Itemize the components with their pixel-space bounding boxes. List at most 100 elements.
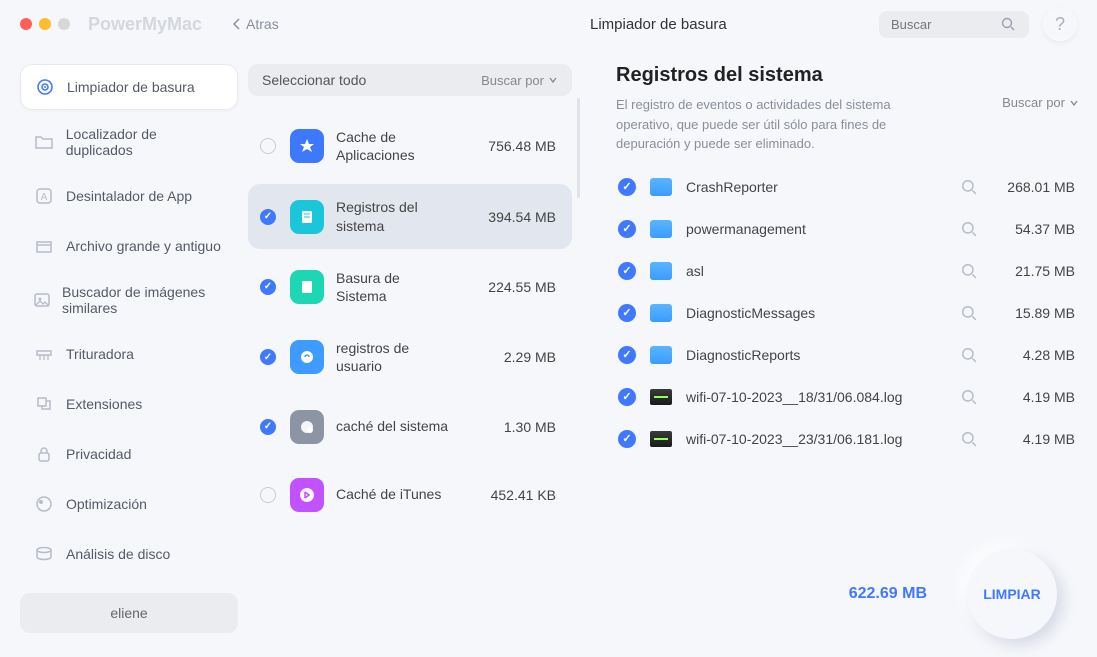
file-row[interactable]: DiagnosticReports4.28 MB <box>616 334 1079 376</box>
sidebar-item-5[interactable]: Trituradora <box>20 332 238 376</box>
sidebar-item-7[interactable]: Privacidad <box>20 432 238 476</box>
back-label: Atras <box>246 16 279 32</box>
rocket-icon <box>32 492 56 516</box>
file-checkbox[interactable] <box>618 430 636 448</box>
minimize-icon[interactable] <box>39 18 51 30</box>
file-size: 15.89 MB <box>995 305 1075 321</box>
category-icon <box>290 340 324 374</box>
user-pill[interactable]: eliene <box>20 593 238 633</box>
sidebar-item-label: Extensiones <box>66 396 142 412</box>
log-file-icon <box>650 431 672 447</box>
category-icon <box>290 478 324 512</box>
category-size: 1.30 MB <box>504 419 556 435</box>
search-by-label: Buscar por <box>481 73 544 88</box>
log-file-icon <box>650 389 672 405</box>
detail-search-by-label: Buscar por <box>1002 95 1065 110</box>
category-checkbox[interactable] <box>260 349 276 365</box>
category-name: Cache de Aplicaciones <box>336 128 452 164</box>
file-checkbox[interactable] <box>618 262 636 280</box>
select-all-button[interactable]: Seleccionar todo <box>262 72 366 88</box>
search-box[interactable] <box>879 11 1029 38</box>
file-name: DiagnosticReports <box>686 347 961 363</box>
scrollbar[interactable] <box>577 98 580 198</box>
sidebar-item-label: Archivo grande y antiguo <box>66 238 221 254</box>
box-icon <box>32 234 56 258</box>
magnify-icon[interactable] <box>961 389 977 405</box>
folder-icon <box>32 130 56 154</box>
category-icon <box>290 410 324 444</box>
file-name: asl <box>686 263 961 279</box>
folder-icon <box>650 346 672 364</box>
file-checkbox[interactable] <box>618 220 636 238</box>
detail-panel: Registros del sistema El registro de eve… <box>578 48 1097 657</box>
help-button[interactable]: ? <box>1043 7 1077 41</box>
file-checkbox[interactable] <box>618 178 636 196</box>
file-checkbox[interactable] <box>618 388 636 406</box>
magnify-icon[interactable] <box>961 221 977 237</box>
page-title: Limpiador de basura <box>590 16 727 33</box>
sidebar-item-8[interactable]: Optimización <box>20 482 238 526</box>
file-name: wifi-07-10-2023__18/31/06.084.log <box>686 389 961 405</box>
total-size: 622.69 MB <box>849 585 927 603</box>
file-name: CrashReporter <box>686 179 961 195</box>
file-row[interactable]: asl21.75 MB <box>616 250 1079 292</box>
search-icon <box>1001 17 1015 31</box>
category-column: Seleccionar todo Buscar por Cache de Apl… <box>238 48 578 657</box>
category-checkbox[interactable] <box>260 279 276 295</box>
magnify-icon[interactable] <box>961 305 977 321</box>
maximize-icon[interactable] <box>58 18 70 30</box>
category-size: 224.55 MB <box>488 279 556 295</box>
sidebar-item-label: Buscador de imágenes similares <box>62 284 226 316</box>
sidebar-item-6[interactable]: Extensiones <box>20 382 238 426</box>
file-size: 4.19 MB <box>995 431 1075 447</box>
category-size: 2.29 MB <box>504 349 556 365</box>
file-row[interactable]: powermanagement54.37 MB <box>616 208 1079 250</box>
sidebar-item-9[interactable]: Análisis de disco <box>20 532 238 576</box>
chevron-left-icon <box>232 18 242 30</box>
file-row[interactable]: wifi-07-10-2023__23/31/06.181.log4.19 MB <box>616 418 1079 460</box>
magnify-icon[interactable] <box>961 263 977 279</box>
sidebar-item-0[interactable]: Limpiador de basura <box>20 64 238 110</box>
category-icon <box>290 200 324 234</box>
file-row[interactable]: CrashReporter268.01 MB <box>616 166 1079 208</box>
clean-button[interactable]: LIMPIAR <box>967 549 1057 639</box>
category-row[interactable]: Cache de Aplicaciones 756.48 MB <box>248 114 572 178</box>
sidebar-item-4[interactable]: Buscador de imágenes similares <box>20 274 238 326</box>
magnify-icon[interactable] <box>961 431 977 447</box>
file-row[interactable]: wifi-07-10-2023__18/31/06.084.log4.19 MB <box>616 376 1079 418</box>
category-row[interactable]: Registros del sistema394.54 MB <box>248 184 572 248</box>
search-by-dropdown[interactable]: Buscar por <box>481 73 558 88</box>
category-name: caché del sistema <box>336 417 452 435</box>
sidebar-item-3[interactable]: Archivo grande y antiguo <box>20 224 238 268</box>
category-row[interactable]: Caché de iTunes452.41 KB <box>248 464 572 526</box>
category-size: 756.48 MB <box>488 138 556 154</box>
sidebar-item-1[interactable]: Localizador de duplicados <box>20 116 238 168</box>
sidebar-item-label: Privacidad <box>66 446 131 462</box>
magnify-icon[interactable] <box>961 347 977 363</box>
search-input[interactable] <box>891 17 1001 32</box>
back-button[interactable]: Atras <box>232 16 279 32</box>
category-row[interactable]: registros de usuario2.29 MB <box>248 325 572 389</box>
category-row[interactable]: Basura de Sistema224.55 MB <box>248 255 572 319</box>
category-checkbox[interactable] <box>260 419 276 435</box>
sidebar-item-label: Localizador de duplicados <box>66 126 226 158</box>
category-checkbox[interactable] <box>260 209 276 225</box>
shredder-icon <box>32 342 56 366</box>
file-row[interactable]: DiagnosticMessages15.89 MB <box>616 292 1079 334</box>
folder-icon <box>650 304 672 322</box>
sidebar-item-label: Optimización <box>66 496 147 512</box>
close-icon[interactable] <box>20 18 32 30</box>
sidebar: Limpiador de basura Localizador de duplic… <box>20 48 238 657</box>
category-row[interactable]: caché del sistema 1.30 MB <box>248 396 572 458</box>
sidebar-item-2[interactable]: ADesintalador de App <box>20 174 238 218</box>
folder-icon <box>650 178 672 196</box>
magnify-icon[interactable] <box>961 179 977 195</box>
category-checkbox[interactable] <box>260 138 276 154</box>
category-icon <box>290 270 324 304</box>
file-checkbox[interactable] <box>618 304 636 322</box>
file-checkbox[interactable] <box>618 346 636 364</box>
category-icon <box>290 129 324 163</box>
category-checkbox[interactable] <box>260 487 276 503</box>
app-icon: A <box>32 184 56 208</box>
detail-search-by-dropdown[interactable]: Buscar por <box>1002 95 1079 110</box>
